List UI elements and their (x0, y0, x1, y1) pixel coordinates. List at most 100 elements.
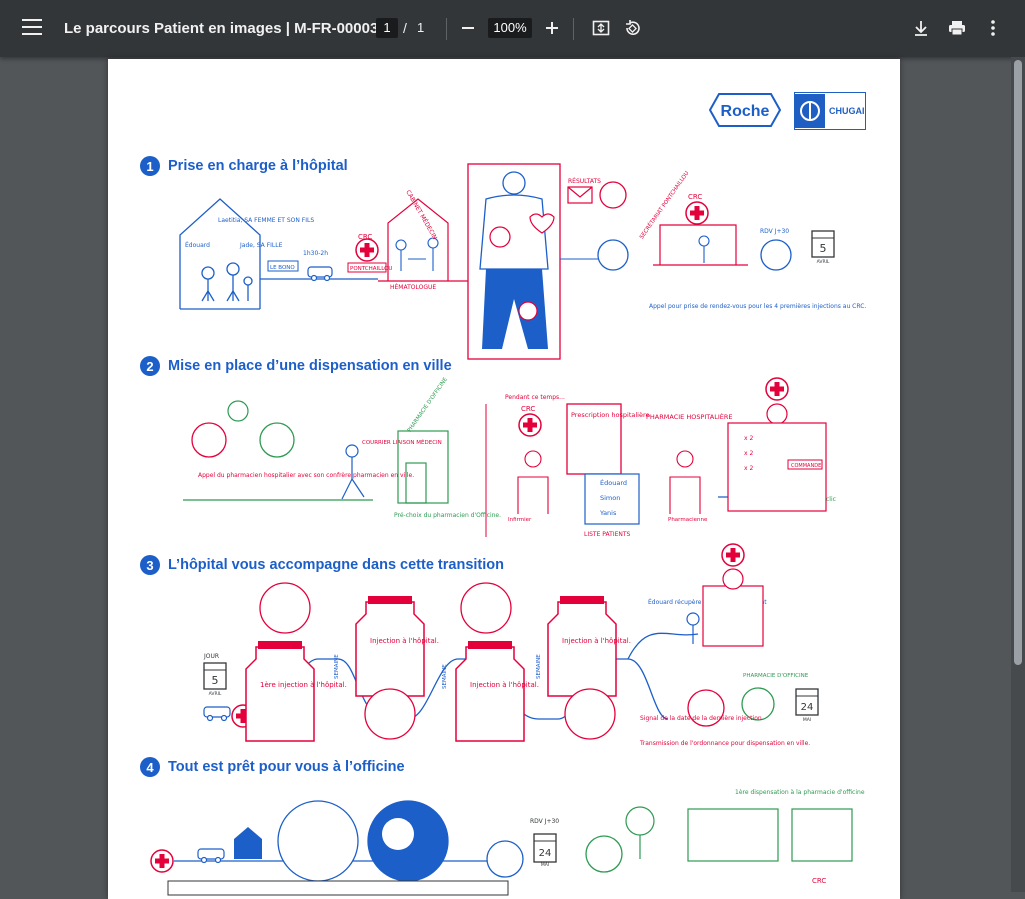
family-note: Laetitia, SA FEMME ET SON FILS (218, 217, 314, 224)
nurse-scene-circle (259, 582, 311, 634)
call-caption: Appel du pharmacien hospitalier avec son… (198, 472, 414, 479)
quantity-label: x 2 (744, 450, 753, 457)
pendant-label: Pendant ce temps... (505, 394, 565, 401)
menu-icon[interactable] (22, 19, 42, 37)
signal-caption: Signal de la date de la dernière injecti… (640, 715, 762, 722)
film-strip-decoration (167, 880, 509, 896)
patient-name: Yanis (599, 509, 617, 517)
rdv-label: RDV J+30 (760, 228, 789, 235)
cabinet-label: CABINET MÉDECIN (404, 189, 439, 241)
semaine-label: SEMAINE (442, 664, 448, 689)
zoom-out-icon[interactable] (456, 16, 480, 40)
page-separator: / (403, 20, 407, 36)
home-scene-circle (277, 800, 359, 882)
download-icon[interactable] (909, 16, 933, 40)
pdf-page: Roche CHUGAI 1 Prise en charge à l’hôpit… (108, 59, 900, 899)
pharmacienne-label: Pharmacienne (668, 517, 708, 523)
calendar-month: MAI (803, 717, 811, 723)
page-total: 1 (417, 20, 425, 35)
scrollbar-thumb[interactable] (1014, 60, 1022, 665)
injection-bottle-1: 1ère injection à l'hôpital. (245, 641, 347, 742)
liste-patients-label: LISTE PATIENTS (584, 531, 631, 538)
injection-label: 1ère injection à l'hôpital. (260, 681, 347, 689)
injection-bottle-2: Injection à l'hôpital. (355, 596, 439, 697)
father-label: Édouard (185, 241, 210, 249)
courrier-label: COURRIER LIAISON MÉDECIN (362, 438, 442, 446)
secretariat-label: SECRÉTARIAT PONTCHAILLOU (637, 169, 690, 240)
infirmier-label: Infirmier (508, 517, 532, 523)
secretary-figure (698, 235, 710, 263)
city-pharmacist-avatar (585, 835, 623, 873)
patient-body-figure (479, 171, 555, 349)
nurse-scene-circle (460, 582, 512, 634)
toolbar-divider (446, 18, 447, 40)
injection-label: Injection à l'hôpital. (470, 681, 539, 689)
pharmacie-officine-label: PHARMACIE D'OFFICINE (407, 376, 450, 433)
pdf-toolbar: Le parcours Patient en images | M-FR-000… (0, 0, 1025, 57)
hospital-cross-icon (150, 849, 174, 873)
pharmacie-hosp-label: PHARMACIE HOSPITALIÈRE (646, 412, 733, 421)
injection-label: Injection à l'hôpital. (370, 637, 439, 645)
quantity-label: x 2 (744, 435, 753, 442)
premiere-dispensation-label: 1ère dispensation à la pharmacie d'offic… (735, 789, 865, 796)
house-icon (234, 827, 262, 859)
prescription-label: Prescription hospitalière (571, 411, 650, 419)
calendar-day: 24 (539, 848, 552, 859)
fit-page-icon[interactable] (589, 16, 613, 40)
calendar-icon: 5 AVRIL (811, 230, 835, 265)
zoom-in-icon[interactable] (540, 16, 564, 40)
patient-avatar (760, 239, 792, 271)
page-number-input[interactable]: 1 (376, 18, 398, 38)
hospital-cross-icon (685, 201, 709, 225)
s1-caption: Appel pour prise de rendez-vous pour les… (649, 303, 866, 310)
print-icon[interactable] (945, 16, 969, 40)
calendar-icon: 24 MAI (795, 688, 819, 723)
patient-name: Édouard (600, 478, 627, 487)
computer-screen: x 2 x 2 x 2 COMMANDE (727, 422, 827, 512)
section-2-illustration: Appel du pharmacien hospitalier avec son… (183, 376, 836, 538)
car-icon (203, 706, 231, 722)
document-title: Le parcours Patient en images | M-FR-000… (64, 20, 391, 37)
hematologue-label: HÉMATOLOGUE (390, 283, 436, 291)
calendar-month: AVRIL (817, 259, 830, 265)
pharmacy-logo-icon (227, 400, 249, 422)
hospital-pharmacist-avatar (191, 422, 227, 458)
rotate-icon[interactable] (620, 16, 644, 40)
calendar-month: AVRIL (209, 691, 222, 697)
clic-label: clic (826, 496, 836, 503)
le-bono-label: LE BONO (270, 265, 295, 271)
commande-button-label: COMMANDE (791, 463, 821, 469)
pharmacy-logo-icon (766, 403, 788, 425)
pharmacy-pickup-scene (686, 585, 764, 647)
calendar-day: 5 (820, 242, 827, 255)
more-options-icon[interactable] (981, 16, 1005, 40)
calendar-day: 24 (801, 702, 814, 713)
section-3-illustration: JOUR 5 AVRIL 1ère injection à l'hôpital. (203, 543, 819, 747)
patient-list: Édouard Simon Yanis (584, 473, 640, 525)
resultats-label: RÉSULTATS (568, 177, 601, 185)
hospital-cross-icon (355, 238, 379, 262)
city-pharmacist-avatar (259, 422, 295, 458)
calendar-icon: 5 AVRIL (203, 662, 227, 697)
hospital-cross-icon (765, 377, 789, 401)
jour-label: JOUR (203, 653, 219, 660)
crc-label: CRC (812, 877, 826, 885)
doctor-patient-figures (395, 237, 439, 271)
hospital-cross-icon (721, 543, 745, 567)
patient-phone-avatar (597, 239, 629, 271)
section-4-illustration: RDV J+30 24 MAI 1ère dispensation à la p… (150, 789, 865, 896)
crc-label: CRC (521, 405, 535, 413)
daughter-label: Jade, SA FILLE (239, 242, 283, 249)
distance-label: 1h30-2h (303, 250, 328, 257)
hospital-cross-icon (518, 413, 542, 437)
calendar-day: 5 (212, 674, 219, 687)
pre-choix-caption: Pré-choix du pharmacien d'Officine. (394, 512, 501, 519)
vertical-scrollbar[interactable] (1011, 57, 1025, 892)
rdv-label: RDV J+30 (530, 818, 559, 825)
zoom-level-input[interactable]: 100% (488, 18, 532, 38)
pharmacist-figure (669, 450, 701, 514)
nurse-figure (517, 450, 549, 514)
section-1-illustration: Laetitia, SA FEMME ET SON FILS Édouard J… (179, 163, 866, 360)
patient-journey-illustration: Laetitia, SA FEMME ET SON FILS Édouard J… (150, 163, 866, 896)
injection-label: Injection à l'hôpital. (562, 637, 631, 645)
